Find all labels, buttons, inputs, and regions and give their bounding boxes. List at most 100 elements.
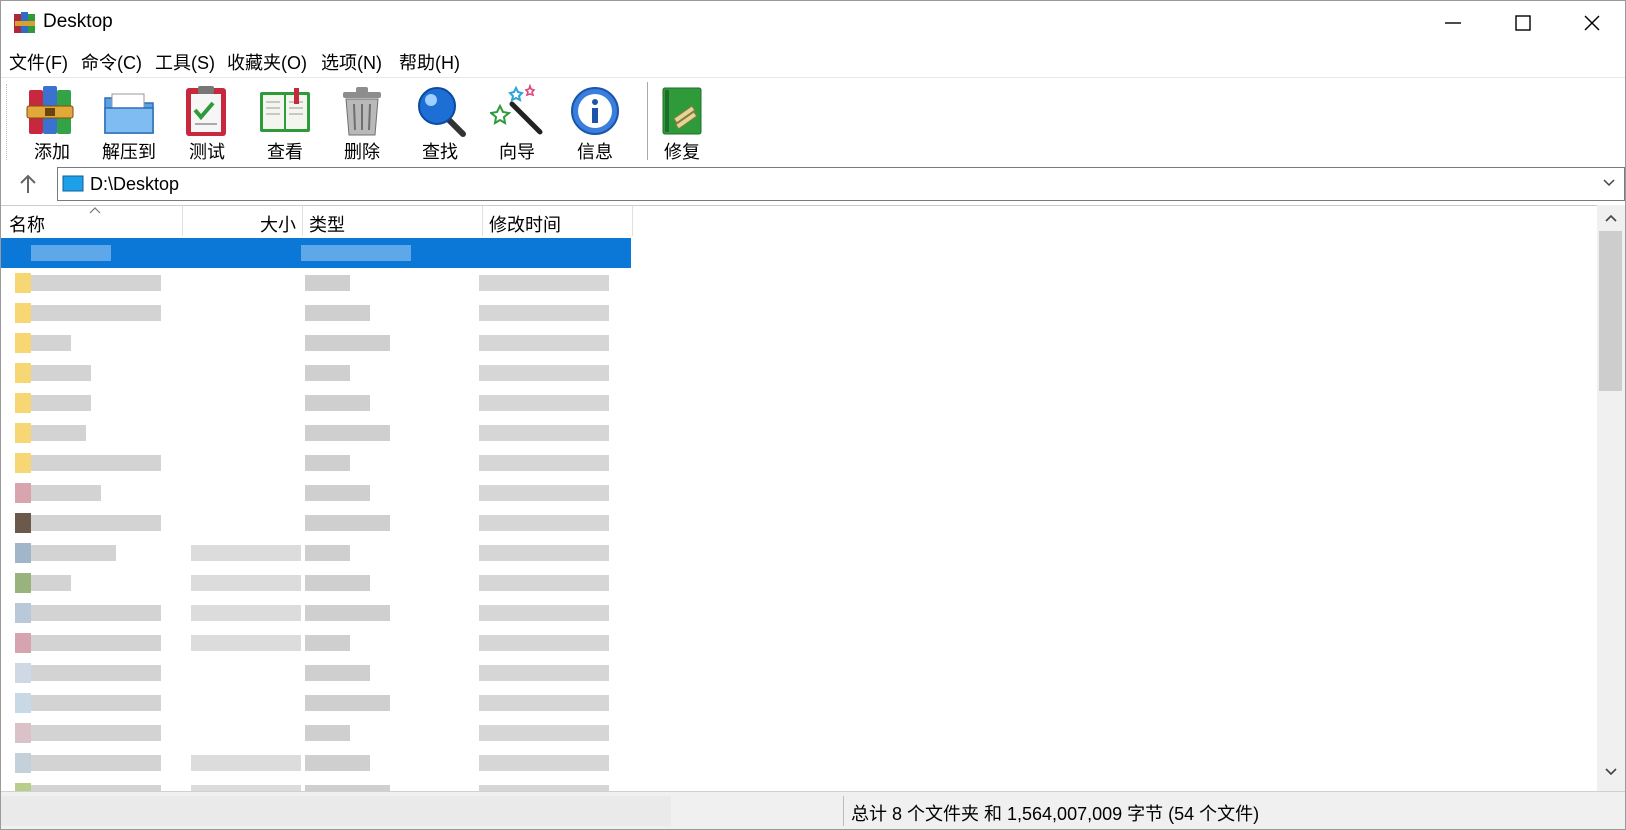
blurred-cell [31,395,91,411]
blurred-cell [191,605,301,621]
blurred-cell [305,725,350,741]
table-row[interactable] [1,478,631,508]
file-icon [15,423,31,443]
title-bar[interactable]: Desktop [1,1,1625,45]
info-button[interactable]: 信息 [559,82,631,162]
file-icon [15,483,31,503]
table-row[interactable] [1,358,631,388]
menu-options[interactable]: 选项(N) [321,49,382,75]
repair-button[interactable]: 修复 [646,82,718,162]
blurred-cell [305,695,390,711]
table-row[interactable] [1,568,631,598]
blurred-cell [191,545,301,561]
blurred-cell [31,515,161,531]
blurred-cell [31,245,111,261]
blurred-cell [191,635,301,651]
status-summary: 总计 8 个文件夹 和 1,564,007,009 字节 (54 个文件) [851,804,1260,824]
table-row[interactable] [1,748,631,778]
blurred-cell [479,365,609,381]
table-row[interactable] [1,298,631,328]
table-row[interactable] [1,628,631,658]
file-icon [15,393,31,413]
file-icon [15,543,31,563]
books-archive-icon [26,86,74,134]
wizard-button[interactable]: 向导 [481,82,553,162]
column-header-size[interactable]: 大小 [183,206,303,236]
magic-wand-icon [490,84,543,135]
test-button[interactable]: 测试 [171,82,243,162]
blurred-cell [31,695,161,711]
scroll-down-icon[interactable] [1604,767,1618,777]
find-button[interactable]: 查找 [404,82,476,162]
address-bar[interactable]: D:\Desktop [57,167,1625,201]
blurred-cell [31,275,161,291]
blurred-cell [479,485,609,501]
table-row[interactable] [1,688,631,718]
menu-favorites[interactable]: 收藏夹(O) [227,49,307,75]
column-header-name[interactable]: 名称 [1,206,183,236]
file-icon [15,453,31,473]
blurred-cell [31,305,161,321]
toolbar-grip[interactable] [6,84,10,160]
test-label: 测试 [189,142,225,162]
table-row[interactable] [1,658,631,688]
blurred-cell [31,575,71,591]
column-header-type[interactable]: 类型 [303,206,483,236]
blurred-cell [479,665,609,681]
delete-button[interactable]: 删除 [326,82,398,162]
table-row[interactable] [1,598,631,628]
file-list[interactable]: 名称 大小 类型 修改时间 [1,205,1597,792]
close-button[interactable] [1558,1,1625,45]
up-folder-button[interactable] [13,171,43,197]
vertical-scrollbar[interactable] [1597,205,1625,791]
blurred-cell [31,665,161,681]
winrar-window: Desktop 文件(F) 命令(C) 工具(S) 收藏夹(O) 选项(N) 帮… [0,0,1626,830]
maximize-button[interactable] [1489,1,1559,45]
menu-help[interactable]: 帮助(H) [399,49,460,75]
status-left-pane [1,796,671,826]
table-row[interactable] [1,508,631,538]
table-row[interactable] [1,388,631,418]
file-icon [15,753,31,773]
table-row[interactable] [1,538,631,568]
column-name-label: 名称 [9,215,45,235]
menu-file[interactable]: 文件(F) [9,49,68,75]
minimize-button[interactable] [1419,1,1489,45]
blurred-cell [305,365,350,381]
chevron-down-icon[interactable] [1602,178,1616,188]
repair-label: 修复 [664,142,700,162]
blurred-cell [31,635,161,651]
file-icon [15,573,31,593]
blurred-cell [31,725,161,741]
table-row[interactable] [1,778,631,792]
view-button[interactable]: 查看 [249,82,321,162]
scrollbar-thumb[interactable] [1599,231,1622,391]
table-row[interactable] [1,328,631,358]
table-row[interactable] [1,418,631,448]
blurred-cell [31,425,86,441]
winrar-app-icon[interactable] [13,11,37,35]
table-row-selected[interactable] [1,238,631,268]
blurred-cell [31,455,161,471]
column-header-modified[interactable]: 修改时间 [483,206,633,236]
blurred-cell [31,605,161,621]
add-button[interactable]: 添加 [16,82,88,162]
info-icon [571,87,619,135]
blurred-cell [479,635,609,651]
table-row[interactable] [1,448,631,478]
menu-bar: 文件(F) 命令(C) 工具(S) 收藏夹(O) 选项(N) 帮助(H) [1,45,1625,75]
file-icon [15,273,31,293]
address-path: D:\Desktop [90,174,180,194]
menu-tools[interactable]: 工具(S) [155,49,215,75]
trash-can-icon [343,87,381,136]
extract-to-button[interactable]: 解压到 [93,82,165,162]
arrow-up-icon [20,174,36,193]
blurred-cell [479,755,609,771]
blurred-cell [305,575,370,591]
menu-commands[interactable]: 命令(C) [81,49,142,75]
table-row[interactable] [1,718,631,748]
table-row[interactable] [1,268,631,298]
scroll-up-icon[interactable] [1604,213,1618,223]
blurred-cell [305,485,370,501]
blurred-cell [305,335,390,351]
